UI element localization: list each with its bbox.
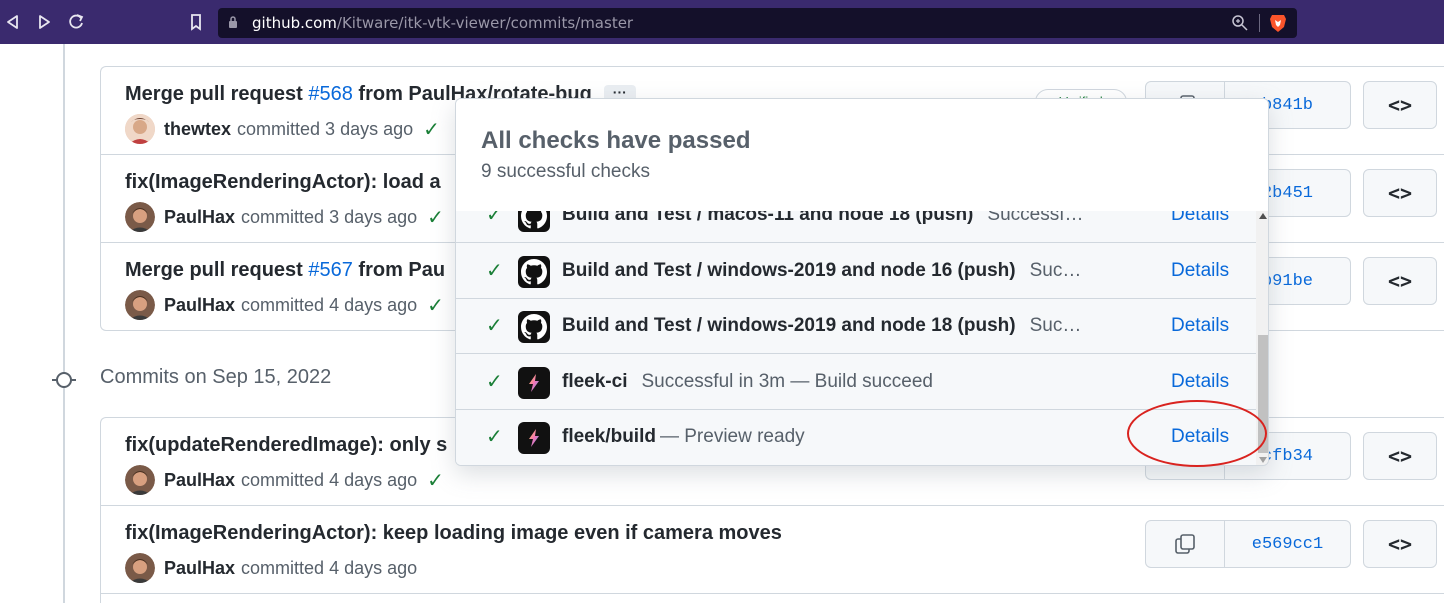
checkmark-icon: ✓ xyxy=(486,211,503,226)
bookmark-icon[interactable] xyxy=(185,11,207,33)
checks-popover: All checks have passed 9 successful chec… xyxy=(455,98,1269,466)
back-icon[interactable] xyxy=(2,11,24,33)
popover-subtitle: 9 successful checks xyxy=(481,161,650,182)
scroll-up-icon[interactable] xyxy=(1259,213,1267,219)
commit-title[interactable]: Merge pull request #567 from Pau xyxy=(125,259,445,282)
commit-meta: PaulHax committed 4 days ago xyxy=(125,553,417,583)
author-link[interactable]: PaulHax xyxy=(164,558,235,579)
author-link[interactable]: PaulHax xyxy=(164,470,235,491)
commit-title[interactable]: fix(ImageRenderingActor): keep loading i… xyxy=(125,522,782,545)
url-text: github.com/Kitware/itk-vtk-viewer/commit… xyxy=(252,14,634,32)
checks-scrollbar[interactable] xyxy=(1256,211,1268,465)
checkmark-icon[interactable]: ✓ xyxy=(427,293,444,317)
fleek-icon xyxy=(518,422,550,454)
github-icon xyxy=(518,311,550,343)
author-link[interactable]: PaulHax xyxy=(164,207,235,228)
commit-time: committed 4 days ago xyxy=(241,469,418,490)
checkmark-icon[interactable]: ✓ xyxy=(427,205,444,229)
pr-link[interactable]: #568 xyxy=(308,83,353,105)
commit-timeline xyxy=(63,44,65,603)
check-name: Build and Test / macos-11 and node 18 (p… xyxy=(562,211,1084,225)
checks-list: ✓ Build and Test / macos-11 and node 18 … xyxy=(456,211,1256,465)
browser-toolbar: github.com/Kitware/itk-vtk-viewer/commit… xyxy=(0,0,1444,44)
details-link[interactable]: Details xyxy=(1171,315,1229,337)
scroll-thumb[interactable] xyxy=(1258,335,1268,453)
commit-time: committed 3 days ago xyxy=(237,118,414,139)
pr-link[interactable]: #567 xyxy=(308,259,353,281)
commit-time: committed 4 days ago xyxy=(241,557,418,578)
details-link[interactable]: Details xyxy=(1171,260,1229,282)
details-link[interactable]: Details xyxy=(1171,426,1229,448)
checkmark-icon: ✓ xyxy=(486,369,503,393)
address-bar[interactable]: github.com/Kitware/itk-vtk-viewer/commit… xyxy=(218,8,1297,38)
commit-row: fix(ImageRenderingActor): keep loading i… xyxy=(101,506,1444,594)
checkmark-icon: ✓ xyxy=(486,313,503,337)
checkmark-icon[interactable]: ✓ xyxy=(423,117,440,141)
commit-meta: thewtex committed 3 days ago ✓ xyxy=(125,114,440,144)
browse-code-button[interactable]: <> xyxy=(1363,169,1437,217)
details-link[interactable]: Details xyxy=(1171,371,1229,393)
commit-title[interactable]: fix(ImageRenderingActor): load a xyxy=(125,171,441,194)
copy-icon xyxy=(1175,534,1195,554)
check-name: Build and Test / windows-2019 and node 1… xyxy=(562,315,1082,336)
scroll-down-icon[interactable] xyxy=(1259,457,1267,463)
avatar[interactable] xyxy=(125,465,155,495)
check-row: ✓ fleek/build — Preview ready Details xyxy=(456,410,1256,465)
url-separator xyxy=(1259,14,1260,32)
commit-title[interactable]: fix(updateRenderedImage): only s xyxy=(125,434,447,457)
forward-icon[interactable] xyxy=(33,11,55,33)
popover-title: All checks have passed xyxy=(481,127,751,154)
check-row: ✓ fleek-ci Successful in 3m — Build succe… xyxy=(456,355,1256,410)
check-row: ✓ Build and Test / windows-2019 and node… xyxy=(456,244,1256,299)
browse-code-button[interactable]: <> xyxy=(1363,81,1437,129)
browse-code-button[interactable]: <> xyxy=(1363,432,1437,480)
commit-meta: PaulHax committed 4 days ago ✓ xyxy=(125,465,444,495)
check-row: ✓ Build and Test / macos-11 and node 18 … xyxy=(456,211,1256,243)
timeline-node-icon xyxy=(56,372,72,388)
check-row: ✓ Build and Test / windows-2019 and node… xyxy=(456,299,1256,354)
commit-meta: PaulHax committed 3 days ago ✓ xyxy=(125,202,444,232)
browse-code-button[interactable]: <> xyxy=(1363,520,1437,568)
browse-code-button[interactable]: <> xyxy=(1363,257,1437,305)
reload-icon[interactable] xyxy=(65,11,87,33)
commit-time: committed 4 days ago xyxy=(241,294,418,315)
avatar[interactable] xyxy=(125,553,155,583)
commit-meta: PaulHax committed 4 days ago ✓ xyxy=(125,290,444,320)
checkmark-icon: ✓ xyxy=(486,424,503,448)
avatar[interactable] xyxy=(125,202,155,232)
lock-icon xyxy=(229,16,237,28)
check-name: fleek-ci Successful in 3m — Build succeed xyxy=(562,371,933,392)
github-icon xyxy=(518,256,550,288)
author-link[interactable]: PaulHax xyxy=(164,295,235,316)
date-heading: Commits on Sep 15, 2022 xyxy=(100,366,332,388)
brave-icon[interactable] xyxy=(1269,13,1287,33)
checkmark-icon[interactable]: ✓ xyxy=(427,468,444,492)
check-name: Build and Test / windows-2019 and node 1… xyxy=(562,260,1082,281)
details-link[interactable]: Details xyxy=(1171,211,1229,226)
avatar[interactable] xyxy=(125,114,155,144)
copy-sha-button[interactable] xyxy=(1145,520,1225,568)
github-icon xyxy=(518,211,550,232)
sha-button-group: e569cc1 xyxy=(1145,520,1351,568)
avatar[interactable] xyxy=(125,290,155,320)
popover-header: All checks have passed 9 successful chec… xyxy=(456,99,1268,211)
check-name: fleek/build — Preview ready xyxy=(562,426,805,447)
commit-sha-link[interactable]: e569cc1 xyxy=(1225,520,1351,568)
zoom-icon[interactable] xyxy=(1231,14,1249,32)
checkmark-icon: ✓ xyxy=(486,258,503,282)
author-link[interactable]: thewtex xyxy=(164,119,231,140)
commit-time: committed 3 days ago xyxy=(241,206,418,227)
fleek-icon xyxy=(518,367,550,399)
